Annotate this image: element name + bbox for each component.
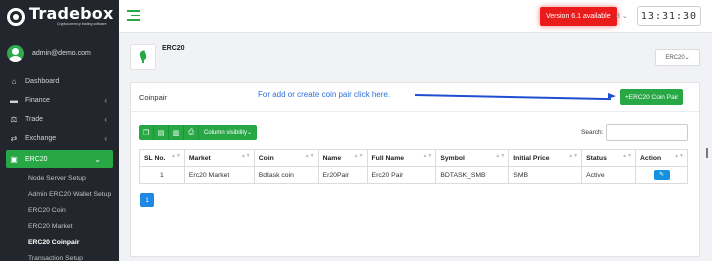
csv-icon[interactable]: ▤ (154, 125, 169, 140)
sort-icon: ▲▼ (422, 153, 433, 159)
brand-tagline: Cryptocurrency trading software (57, 22, 107, 27)
home-icon: ⌂ (11, 77, 17, 86)
sidebar-menu: ⌂ Dashboard ▬ Finance ‹ ⚖ Trade ‹ ⇄ Exch… (0, 72, 119, 261)
add-coin-pair-label: ERC20 Coin Pair (628, 93, 679, 101)
user-panel[interactable]: admin@demo.com (0, 39, 119, 67)
copy-icon[interactable]: ❐ (139, 125, 154, 140)
pagination-page-1[interactable]: 1 (140, 193, 154, 207)
sidebar-subitem-node-server-setup[interactable]: Node Server Setup (0, 170, 119, 186)
sidebar-subitem-admin-wallet-setup[interactable]: Admin ERC20 Wallet Setup (0, 186, 119, 202)
sidebar-subitem-erc20-coinpair[interactable]: ERC20 Coinpair (0, 234, 119, 250)
page-header: ERC20 ERC20 ⌄ (130, 44, 700, 72)
language-dropdown[interactable]: 8 ⌄ (616, 12, 628, 20)
print-icon[interactable]: ⎙ (184, 125, 199, 140)
sort-icon: ▲▼ (674, 153, 684, 159)
chevron-down-icon: ⌄ (94, 154, 101, 164)
edit-icon[interactable]: ✎ (653, 170, 670, 180)
chevron-left-icon: ‹ (104, 96, 107, 105)
cell-coin: Bdtask coin (253, 166, 319, 184)
add-coin-pair-button[interactable]: + ERC20 Coin Pair (620, 89, 684, 105)
leaf-icon (130, 44, 156, 70)
column-header-full-name[interactable]: Full Name ▲▼ (366, 149, 437, 167)
wallet-icon: ▬ (10, 96, 18, 105)
coinpair-table: SL No. ▲▼ Market ▲▼ Coin ▲▼ Name ▲▼ Full Nam… (139, 149, 688, 184)
sidebar: Tradebox Cryptocurrency trading software… (0, 0, 119, 261)
column-header-name[interactable]: Name ▲▼ (317, 149, 368, 167)
column-header-market[interactable]: Market ▲▼ (183, 149, 255, 167)
menu-toggle-icon[interactable] (127, 10, 140, 22)
exchange-icon: ⇄ (10, 134, 18, 143)
column-header-action[interactable]: Action ▲▼ (635, 149, 688, 167)
chevron-down-icon: ⌄ (621, 13, 628, 20)
topbar: Version 6.1 available 8 ⌄ 13:31:30 (119, 0, 712, 33)
arrow-head-icon (607, 92, 617, 100)
sidebar-item-exchange[interactable]: ⇄ Exchange ‹ (0, 129, 119, 148)
chevron-left-icon: ‹ (104, 134, 107, 143)
avatar (7, 44, 24, 62)
sort-icon: ▲▼ (240, 153, 251, 159)
sidebar-item-finance[interactable]: ▬ Finance ‹ (0, 91, 119, 110)
tradebox-logo-icon (7, 7, 25, 26)
table-toolbar: ❐ ▤ ▥ ⎙ Column visibility ⌄ (139, 125, 258, 140)
brand[interactable]: Tradebox Cryptocurrency trading software (0, 0, 119, 33)
cell-action: ✎ (635, 166, 688, 184)
sidebar-item-label: Trade (25, 116, 44, 123)
sidebar-item-label: Exchange (25, 135, 57, 142)
sort-icon: ▲▼ (353, 153, 364, 159)
erc20-submenu: Node Server Setup Admin ERC20 Wallet Set… (0, 170, 119, 261)
chevron-down-icon: ⌄ (684, 55, 690, 61)
column-visibility-label: Column visibility (204, 129, 248, 136)
sidebar-item-dashboard[interactable]: ⌂ Dashboard (0, 72, 119, 91)
coinpair-card: Coinpair For add or create coin pair cli… (130, 82, 700, 257)
version-badge[interactable]: Version 6.1 available (540, 7, 617, 26)
cell-market: Erc20 Market (183, 166, 255, 184)
chevron-left-icon: ‹ (104, 115, 107, 124)
card-title: Coinpair (139, 93, 167, 102)
column-visibility-button[interactable]: Column visibility ⌄ (199, 125, 258, 140)
sort-icon: ▲▼ (304, 153, 315, 159)
search-input[interactable] (606, 124, 688, 141)
column-header-coin[interactable]: Coin ▲▼ (253, 149, 319, 167)
table-header-row: SL No. ▲▼ Market ▲▼ Coin ▲▼ Name ▲▼ Full Nam… (139, 149, 688, 167)
sidebar-subitem-transaction-setup[interactable]: Transaction Setup (0, 250, 119, 261)
trade-icon: ⚖ (10, 115, 18, 124)
sidebar-subitem-erc20-market[interactable]: ERC20 Market (0, 218, 119, 234)
user-email: admin@demo.com (32, 49, 91, 57)
sort-icon: ▲▼ (495, 153, 506, 159)
sidebar-item-trade[interactable]: ⚖ Trade ‹ (0, 110, 119, 129)
cell-sl: 1 (139, 166, 185, 184)
sidebar-item-erc20[interactable]: ▣ ERC20 ⌄ (6, 150, 113, 168)
table-row: 1 Erc20 Market Bdtask coin Er20Pair Erc2… (139, 166, 688, 184)
cell-full-name: Erc20 Pair (366, 166, 437, 184)
search-label: Search: (581, 129, 604, 136)
pdf-icon[interactable]: ▥ (169, 125, 184, 140)
module-select[interactable]: ERC20 ⌄ (655, 49, 700, 66)
page-title: ERC20 (162, 45, 185, 52)
sort-icon: ▲▼ (622, 153, 632, 159)
sidebar-item-label: Dashboard (25, 78, 60, 85)
module-select-value: ERC20 (665, 54, 685, 61)
add-hint-text: For add or create coin pair click here. (258, 90, 391, 99)
column-header-initial-price[interactable]: Initial Price ▲▼ (508, 149, 583, 167)
cell-name: Er20Pair (317, 166, 368, 184)
language-value: 8 (616, 13, 620, 20)
column-header-symbol[interactable]: Symbol ▲▼ (435, 149, 510, 167)
cell-status: Active (581, 166, 636, 184)
chevron-down-icon: ⌄ (247, 130, 253, 136)
brand-name: Tradebox (29, 4, 114, 24)
clock: 13:31:30 (637, 6, 701, 26)
cell-initial-price: SMB (508, 166, 583, 184)
cursor-icon (706, 148, 708, 158)
sort-icon: ▲▼ (170, 153, 181, 159)
erc20-icon: ▣ (10, 154, 18, 164)
sidebar-item-label: ERC20 (25, 155, 48, 163)
sort-icon: ▲▼ (568, 153, 579, 159)
sidebar-item-label: Finance (25, 97, 50, 104)
column-header-sl[interactable]: SL No. ▲▼ (139, 149, 185, 167)
cell-symbol: BDTASK_SMB (435, 166, 510, 184)
sidebar-subitem-erc20-coin[interactable]: ERC20 Coin (0, 202, 119, 218)
column-header-status[interactable]: Status ▲▼ (581, 149, 636, 167)
